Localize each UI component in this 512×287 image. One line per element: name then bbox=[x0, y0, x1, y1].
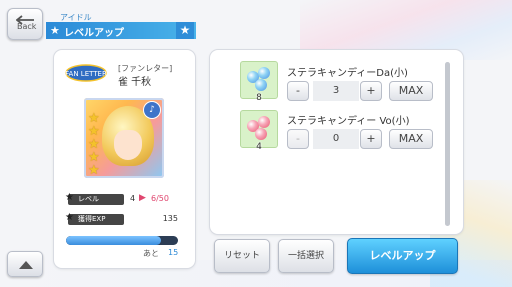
reset-button[interactable]: リセット bbox=[214, 239, 270, 273]
level-current: 4 bbox=[130, 194, 136, 203]
idol-face bbox=[114, 130, 142, 160]
candy-name: ステラキャンディーDa(小) bbox=[287, 68, 408, 79]
exp-label: 獲得EXP bbox=[65, 212, 124, 225]
header-subtitle: アイドル bbox=[60, 13, 92, 22]
decrease-button[interactable]: - bbox=[287, 81, 309, 101]
back-button[interactable]: Back bbox=[7, 8, 43, 40]
increase-button[interactable]: + bbox=[360, 129, 382, 149]
attribute-icon: ♪ bbox=[144, 102, 160, 118]
idol-card-image[interactable]: ★ ★ ★ ★ ★ ♪ bbox=[84, 98, 164, 178]
candy-owned-count: 8 bbox=[256, 93, 262, 103]
exp-progress-bar bbox=[66, 236, 178, 245]
fan-logo-text: FAN LETTER bbox=[65, 70, 107, 78]
level-arrow-icon: ▶ bbox=[139, 193, 146, 203]
max-button[interactable]: MAX bbox=[389, 129, 433, 149]
page-title: レベルアップ bbox=[64, 28, 124, 39]
item-list-scrollbar[interactable] bbox=[445, 62, 450, 226]
level-new: 6/50 bbox=[151, 194, 169, 203]
quantity-value: 0 bbox=[313, 129, 359, 149]
quantity-value: 3 bbox=[313, 81, 359, 101]
level-up-button[interactable]: レベルアップ bbox=[347, 238, 458, 274]
level-label: レベル bbox=[65, 192, 124, 205]
triangle-up-icon bbox=[19, 261, 33, 269]
scroll-up-button[interactable] bbox=[7, 251, 43, 277]
star-icon: ★ bbox=[176, 22, 194, 39]
candy-ball bbox=[255, 128, 267, 140]
scrollbar-thumb[interactable] bbox=[445, 62, 450, 226]
star-icon: ★ bbox=[50, 24, 60, 37]
candy-owned-count: 4 bbox=[256, 142, 262, 152]
candy-ball bbox=[258, 67, 270, 79]
exp-progress-fill bbox=[66, 236, 162, 245]
rarity-stars: ★ ★ ★ ★ ★ bbox=[88, 112, 100, 177]
candy-ball bbox=[255, 79, 267, 91]
candy-ball bbox=[258, 116, 270, 128]
select-all-button[interactable]: 一括選択 bbox=[278, 239, 334, 273]
remaining-exp-value: 15 bbox=[168, 248, 179, 257]
max-button[interactable]: MAX bbox=[389, 81, 433, 101]
idol-name: 雀 千秋 bbox=[118, 77, 152, 88]
increase-button[interactable]: + bbox=[360, 81, 382, 101]
rarity-star-icon: ★ bbox=[88, 163, 100, 178]
fan-letter-logo: FAN LETTER bbox=[65, 64, 107, 82]
header-bar: ★ レベルアップ bbox=[46, 22, 196, 39]
remaining-exp-label: あと bbox=[143, 249, 159, 258]
candy-name: ステラキャンディー Vo(小) bbox=[287, 116, 410, 127]
exp-value: 135 bbox=[162, 214, 178, 223]
back-label: Back bbox=[17, 22, 37, 31]
decrease-button[interactable]: - bbox=[287, 129, 309, 149]
